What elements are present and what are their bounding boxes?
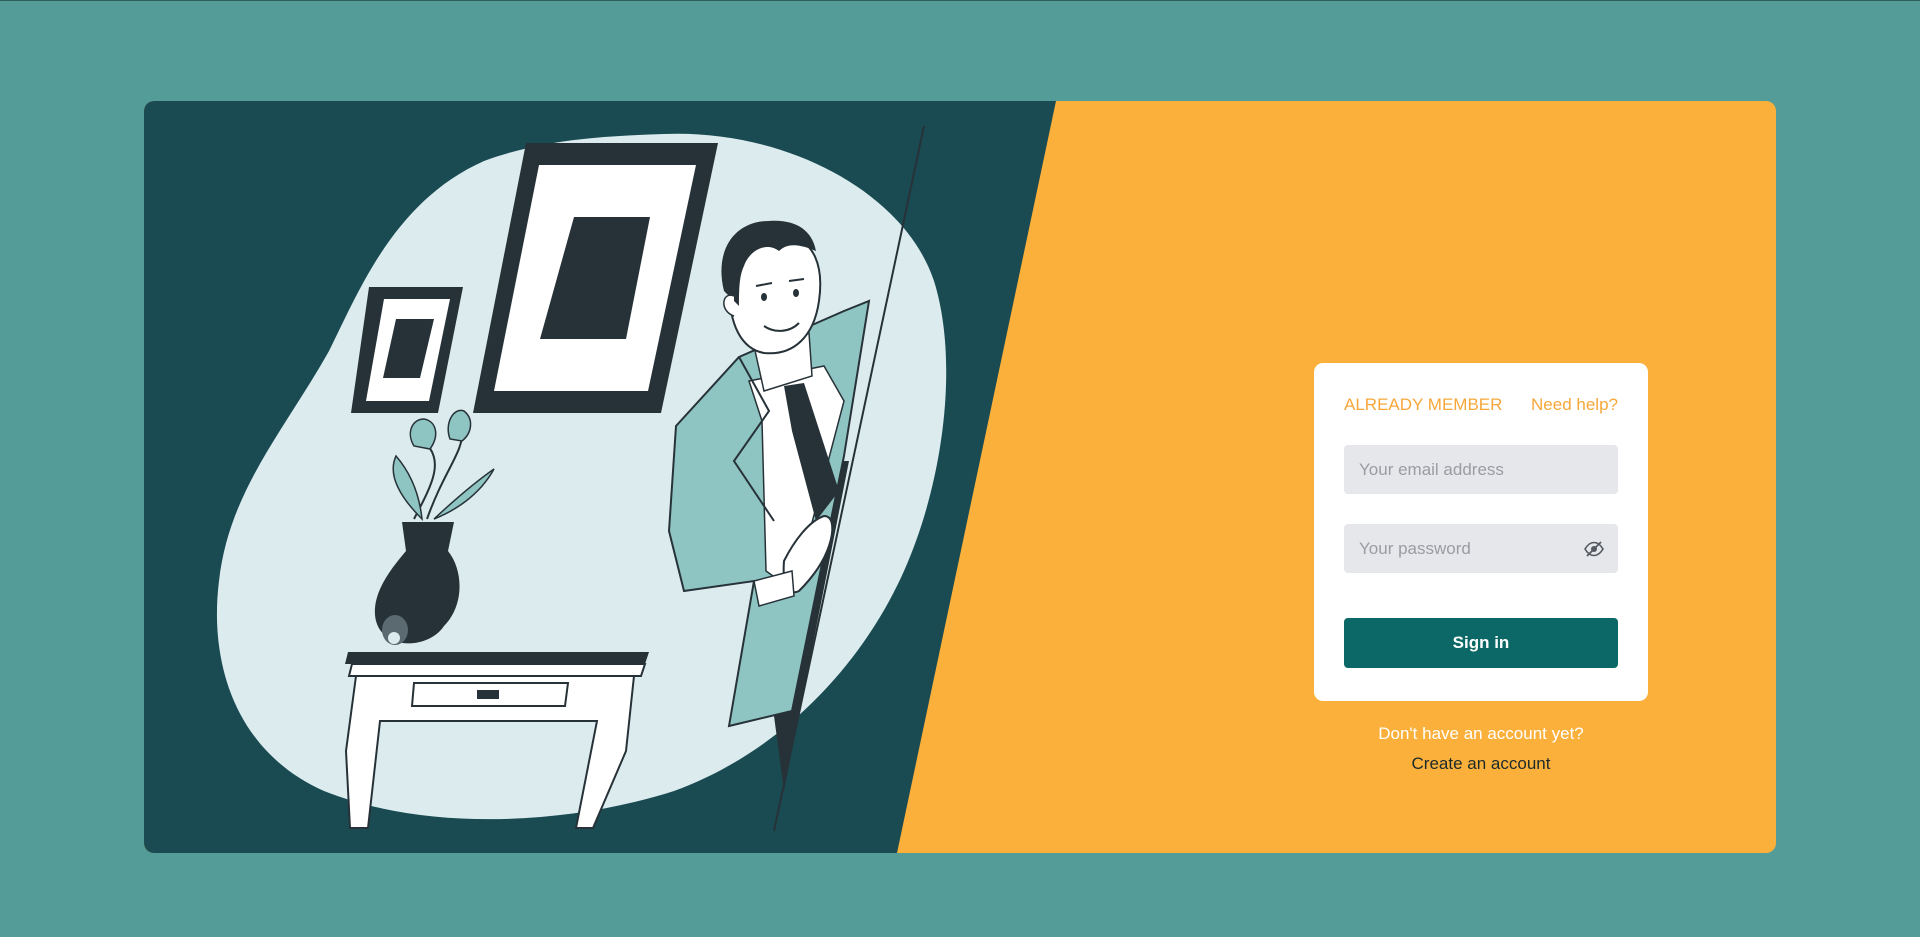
login-form-header: ALREADY MEMBER Need help? bbox=[1344, 393, 1618, 417]
signup-section: Don't have an account yet? Create an acc… bbox=[1314, 723, 1648, 775]
sign-in-button[interactable]: Sign in bbox=[1344, 618, 1618, 668]
create-account-link[interactable]: Create an account bbox=[1412, 753, 1551, 775]
password-input[interactable] bbox=[1344, 524, 1618, 573]
no-account-prompt: Don't have an account yet? bbox=[1378, 724, 1584, 743]
password-field bbox=[1344, 524, 1618, 573]
login-form: ALREADY MEMBER Need help? Sign in bbox=[1314, 363, 1648, 701]
top-border-line bbox=[0, 0, 1920, 1]
email-input[interactable] bbox=[1344, 445, 1618, 494]
email-field bbox=[1344, 445, 1618, 494]
already-member-heading: ALREADY MEMBER bbox=[1344, 395, 1503, 414]
login-card: ALREADY MEMBER Need help? Sign in Don't … bbox=[144, 101, 1776, 853]
eye-slash-icon[interactable] bbox=[1583, 539, 1605, 559]
need-help-link[interactable]: Need help? bbox=[1531, 395, 1618, 415]
